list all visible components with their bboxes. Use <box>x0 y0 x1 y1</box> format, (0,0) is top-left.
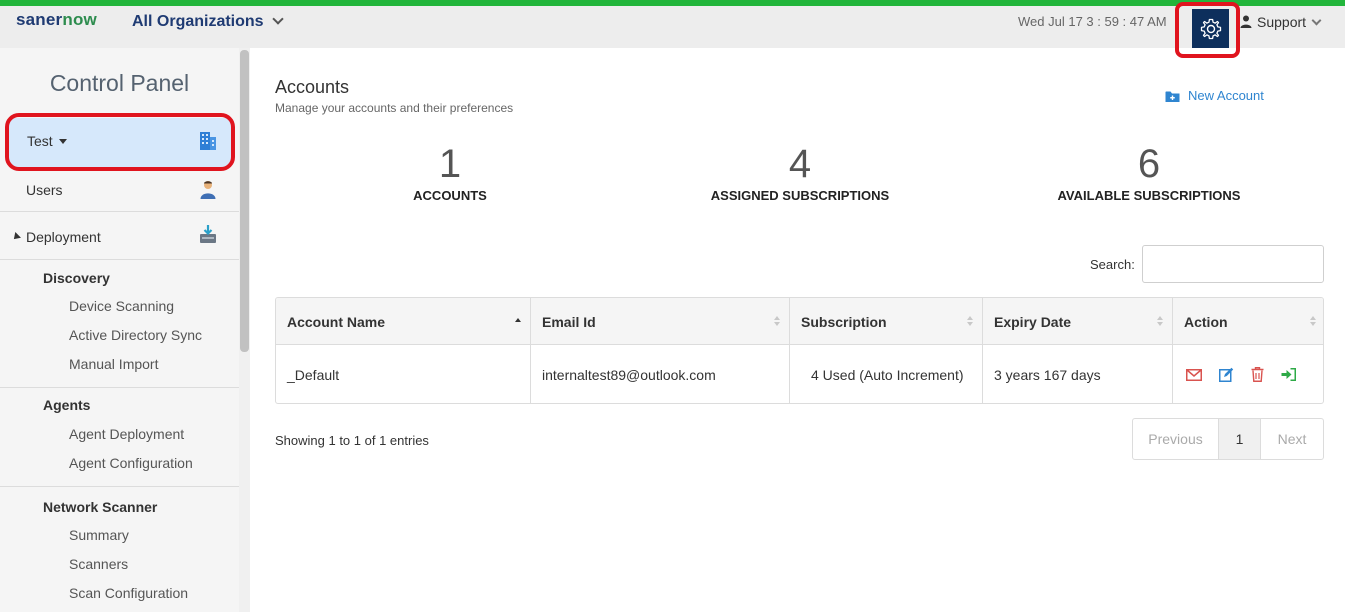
cell-email: internaltest89@outlook.com <box>531 345 790 403</box>
users-icon <box>200 181 216 199</box>
page-1-button[interactable]: 1 <box>1219 419 1261 459</box>
sort-asc-icon <box>515 318 521 322</box>
stat-assigned-subscriptions: 4 ASSIGNED SUBSCRIPTIONS <box>700 144 900 203</box>
sort-icon <box>774 316 780 326</box>
sidebar-scrollbar-thumb[interactable] <box>240 50 249 352</box>
chevron-down-icon <box>271 13 284 25</box>
page-subtitle: Manage your accounts and their preferenc… <box>275 101 514 115</box>
deployment-text: Deployment <box>26 229 101 245</box>
new-account-label: New Account <box>1188 88 1264 103</box>
agents-heading: Agents <box>43 397 91 413</box>
network-scanner-heading: Network Scanner <box>43 499 158 515</box>
account-selector-label[interactable]: Test <box>27 133 67 149</box>
stat-available-value: 6 <box>1137 142 1161 186</box>
sort-icon <box>967 316 973 326</box>
stat-available-label: AVAILABLE SUBSCRIPTIONS <box>1057 188 1241 203</box>
column-expiry-date-label: Expiry Date <box>994 313 1072 330</box>
showing-entries: Showing 1 to 1 of 1 entries <box>275 433 429 448</box>
support-menu[interactable]: Support <box>1240 14 1322 30</box>
logo-part2: now <box>62 10 97 29</box>
user-icon <box>1240 15 1252 28</box>
cell-subscription: 4 Used (Auto Increment) <box>790 345 983 403</box>
deployment-icon <box>200 225 216 243</box>
sidebar-item-device-scanning[interactable]: Device Scanning <box>69 298 174 314</box>
column-action-label: Action <box>1184 313 1228 330</box>
organization-label: All Organizations <box>132 13 264 30</box>
sidebar-item-scan-configuration[interactable]: Scan Configuration <box>69 585 188 601</box>
previous-button[interactable]: Previous <box>1133 419 1219 459</box>
logo[interactable]: sanernow <box>16 10 97 30</box>
column-account-name[interactable]: Account Name <box>276 298 531 345</box>
table-row[interactable]: _Default internaltest89@outlook.com 4 Us… <box>276 345 1323 403</box>
edit-icon[interactable] <box>1219 367 1234 382</box>
chevron-down-icon <box>1311 15 1322 26</box>
new-account-button[interactable]: New Account <box>1165 88 1264 103</box>
sidebar-item-scanners[interactable]: Scanners <box>69 556 128 572</box>
sidebar-item-users-label[interactable]: Users <box>26 182 63 198</box>
building-icon <box>200 132 216 150</box>
search-label: Search: <box>1090 257 1135 272</box>
stat-accounts: 1 ACCOUNTS <box>400 144 500 203</box>
discovery-heading: Discovery <box>43 270 110 286</box>
mail-icon[interactable] <box>1186 368 1202 381</box>
column-expiry-date[interactable]: Expiry Date <box>983 298 1173 345</box>
stat-available-subscriptions: 6 AVAILABLE SUBSCRIPTIONS <box>1049 144 1249 203</box>
cell-account-name: _Default <box>276 345 531 403</box>
sidebar-item-summary[interactable]: Summary <box>69 527 129 543</box>
column-email-id[interactable]: Email Id <box>531 298 790 345</box>
column-account-name-label: Account Name <box>287 313 386 330</box>
caret-down-icon <box>58 139 67 144</box>
sidebar-item-agent-deployment[interactable]: Agent Deployment <box>69 426 184 442</box>
sidebar-item-active-directory-sync[interactable]: Active Directory Sync <box>69 327 202 343</box>
cell-actions <box>1173 345 1323 403</box>
search-input[interactable] <box>1142 245 1324 283</box>
next-button[interactable]: Next <box>1261 419 1323 459</box>
stat-assigned-label: ASSIGNED SUBSCRIPTIONS <box>710 188 890 203</box>
expand-triangle-icon <box>11 232 21 242</box>
column-subscription[interactable]: Subscription <box>790 298 983 345</box>
settings-button[interactable] <box>1192 9 1229 48</box>
organization-selector[interactable]: All Organizations <box>132 13 284 31</box>
logo-part1: saner <box>16 10 63 29</box>
stat-accounts-value: 1 <box>438 142 462 186</box>
sort-icon <box>1310 316 1316 326</box>
support-label: Support <box>1257 14 1307 30</box>
control-panel-title: Control Panel <box>49 70 190 96</box>
accounts-table: Account Name Email Id Subscription Expir… <box>275 297 1324 404</box>
stat-assigned-value: 4 <box>788 142 812 186</box>
table-header: Account Name Email Id Subscription Expir… <box>276 298 1323 345</box>
folder-plus-icon <box>1165 91 1180 102</box>
pagination: Previous 1 Next <box>1132 418 1324 460</box>
datetime: Wed Jul 17 3 : 59 : 47 AM <box>1018 14 1167 29</box>
column-action[interactable]: Action <box>1173 298 1323 345</box>
account-selector-text: Test <box>27 133 53 149</box>
column-email-id-label: Email Id <box>542 313 596 330</box>
gear-icon <box>1200 18 1221 39</box>
page-title: Accounts <box>275 77 350 97</box>
cell-expiry: 3 years 167 days <box>983 345 1173 403</box>
stat-accounts-label: ACCOUNTS <box>413 188 487 203</box>
column-subscription-label: Subscription <box>801 313 887 330</box>
sidebar-item-manual-import[interactable]: Manual Import <box>69 356 158 372</box>
login-icon[interactable] <box>1281 368 1296 381</box>
sidebar-item-agent-configuration[interactable]: Agent Configuration <box>69 455 193 471</box>
sidebar-item-deployment-label[interactable]: Deployment <box>11 229 101 245</box>
sort-icon <box>1157 316 1163 326</box>
delete-icon[interactable] <box>1251 367 1264 382</box>
